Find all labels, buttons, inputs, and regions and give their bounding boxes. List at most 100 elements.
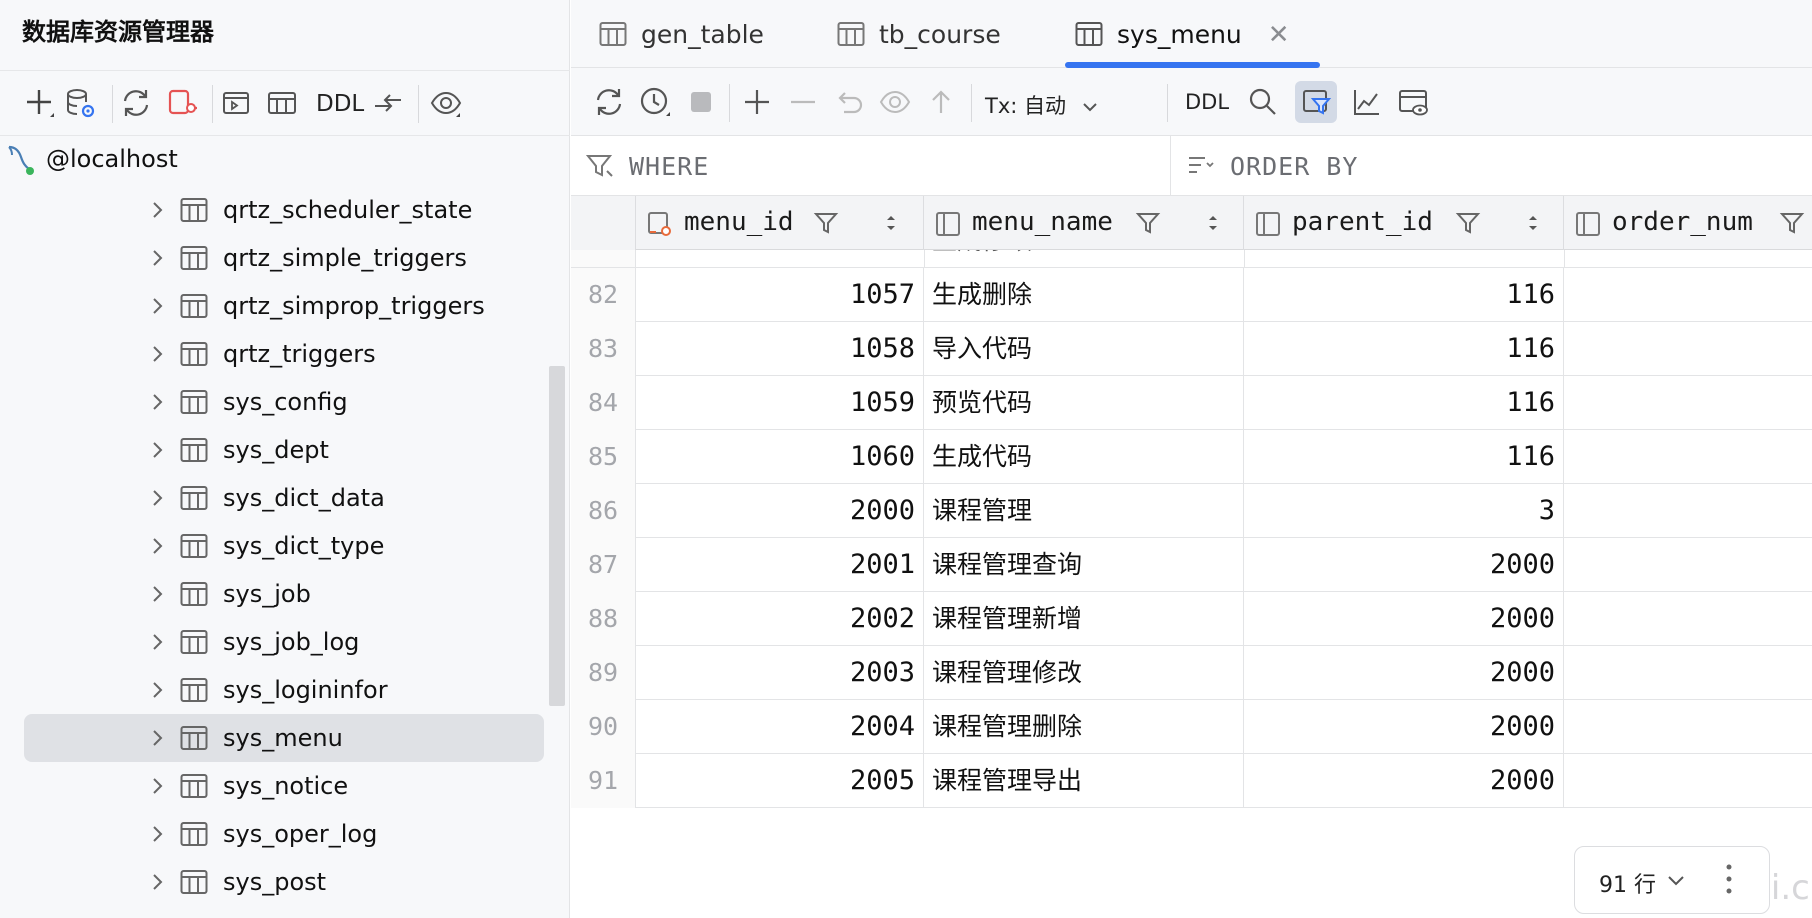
column-header-menu-id[interactable]: menu_id — [636, 196, 924, 250]
menu-name-cell[interactable]: 预览代码 — [924, 376, 1244, 430]
chevron-right-icon[interactable] — [146, 775, 168, 797]
chevron-right-icon[interactable] — [146, 343, 168, 365]
order-num-cell[interactable] — [1564, 754, 1812, 808]
table-node[interactable]: sys_post — [24, 858, 544, 906]
stop-icon[interactable] — [683, 84, 719, 120]
disconnect-icon[interactable] — [164, 85, 200, 121]
menu-name-cell[interactable]: 课程管理查询 — [924, 538, 1244, 592]
explorer-scrollbar[interactable] — [549, 366, 565, 706]
column-header-order-num[interactable]: order_num — [1564, 196, 1812, 250]
order-num-cell[interactable] — [1564, 538, 1812, 592]
table-node[interactable]: qrtz_scheduler_state — [24, 186, 544, 234]
column-filter-icon[interactable] — [1134, 209, 1162, 237]
table-node[interactable]: sys_menu — [24, 714, 544, 762]
table-row-partial[interactable]: 生成修改 — [571, 250, 1812, 268]
table-row[interactable]: 84 1059 预览代码 116 — [571, 376, 1812, 430]
menu-id-cell[interactable]: 1057 — [636, 268, 924, 322]
menu-name-cell[interactable]: 课程管理修改 — [924, 646, 1244, 700]
query-console-icon[interactable] — [218, 85, 254, 121]
table-row[interactable]: 82 1057 生成删除 116 — [571, 268, 1812, 322]
order-num-cell[interactable] — [1564, 268, 1812, 322]
table-node[interactable]: sys_dict_type — [24, 522, 544, 570]
menu-id-cell[interactable]: 2005 — [636, 754, 924, 808]
chevron-right-icon[interactable] — [146, 199, 168, 221]
parent-id-cell[interactable]: 2000 — [1244, 646, 1564, 700]
column-header-menu-name[interactable]: menu_name — [924, 196, 1244, 250]
filter-toggle-icon[interactable] — [1295, 81, 1337, 123]
chevron-right-icon[interactable] — [146, 295, 168, 317]
menu-name-cell[interactable]: 生成删除 — [924, 268, 1244, 322]
table-node[interactable]: qrtz_simprop_triggers — [24, 282, 544, 330]
column-header-parent-id[interactable]: parent_id — [1244, 196, 1564, 250]
submit-icon[interactable] — [923, 84, 959, 120]
menu-id-cell[interactable]: 1058 — [636, 322, 924, 376]
table-row[interactable]: 89 2003 课程管理修改 2000 — [571, 646, 1812, 700]
table-row[interactable]: 91 2005 课程管理导出 2000 — [571, 754, 1812, 808]
menu-name-cell[interactable]: 导入代码 — [924, 322, 1244, 376]
table-node[interactable]: sys_dept — [24, 426, 544, 474]
menu-id-cell[interactable]: 2003 — [636, 646, 924, 700]
table-node[interactable]: sys_dict_data — [24, 474, 544, 522]
refresh-icon[interactable] — [118, 85, 154, 121]
menu-name-cell[interactable]: 生成代码 — [924, 430, 1244, 484]
order-num-cell[interactable] — [1564, 376, 1812, 430]
parent-id-cell[interactable]: 116 — [1244, 376, 1564, 430]
preview-changes-icon[interactable] — [877, 84, 913, 120]
column-filter-icon[interactable] — [1454, 209, 1482, 237]
menu-id-cell[interactable]: 2000 — [636, 484, 924, 538]
chevron-right-icon[interactable] — [146, 247, 168, 269]
ddl-button[interactable]: DDL — [316, 91, 364, 117]
transaction-mode-dropdown[interactable]: Tx: 自动 — [985, 90, 1099, 120]
row-count-dropdown[interactable]: 91 行 — [1574, 846, 1770, 914]
sort-icon[interactable] — [882, 211, 900, 235]
tab-tb-course[interactable]: tb_course — [837, 0, 1001, 68]
close-icon[interactable]: ✕ — [1268, 19, 1290, 50]
order-num-cell[interactable] — [1564, 700, 1812, 754]
order-num-cell[interactable] — [1564, 322, 1812, 376]
table-node[interactable]: qrtz_simple_triggers — [24, 234, 544, 282]
revert-icon[interactable] — [831, 84, 867, 120]
view-options-icon[interactable] — [428, 85, 464, 121]
order-by-input[interactable]: ORDER BY — [1172, 136, 1812, 196]
chevron-right-icon[interactable] — [146, 535, 168, 557]
chevron-right-icon[interactable] — [146, 439, 168, 461]
table-row[interactable]: 88 2002 课程管理新增 2000 — [571, 592, 1812, 646]
table-node[interactable]: sys_oper_log — [24, 810, 544, 858]
view-settings-icon[interactable] — [1395, 84, 1431, 120]
order-num-cell[interactable] — [1564, 646, 1812, 700]
menu-name-cell[interactable]: 课程管理导出 — [924, 754, 1244, 808]
chevron-right-icon[interactable] — [146, 583, 168, 605]
table-node[interactable]: sys_notice — [24, 762, 544, 810]
add-row-icon[interactable] — [739, 84, 775, 120]
menu-id-cell[interactable]: 1059 — [636, 376, 924, 430]
menu-id-cell[interactable]: 2001 — [636, 538, 924, 592]
table-row[interactable]: 87 2001 课程管理查询 2000 — [571, 538, 1812, 592]
order-num-cell[interactable] — [1564, 430, 1812, 484]
search-icon[interactable] — [1245, 84, 1281, 120]
data-source-settings-icon[interactable] — [62, 85, 98, 121]
where-filter-input[interactable]: WHERE — [571, 136, 1171, 196]
ddl-button[interactable]: DDL — [1185, 90, 1229, 114]
menu-name-cell[interactable]: 课程管理新增 — [924, 592, 1244, 646]
menu-id-cell[interactable]: 2002 — [636, 592, 924, 646]
parent-id-cell[interactable]: 116 — [1244, 268, 1564, 322]
table-row[interactable]: 86 2000 课程管理 3 — [571, 484, 1812, 538]
table-node[interactable]: sys_job_log — [24, 618, 544, 666]
add-icon[interactable] — [22, 85, 58, 121]
order-num-cell[interactable] — [1564, 592, 1812, 646]
sort-icon[interactable] — [1204, 211, 1222, 235]
parent-id-cell[interactable]: 116 — [1244, 322, 1564, 376]
parent-id-cell[interactable]: 2000 — [1244, 700, 1564, 754]
parent-id-cell[interactable]: 2000 — [1244, 538, 1564, 592]
table-row[interactable]: 85 1060 生成代码 116 — [571, 430, 1812, 484]
chevron-right-icon[interactable] — [146, 679, 168, 701]
chevron-right-icon[interactable] — [146, 391, 168, 413]
menu-name-cell[interactable]: 课程管理 — [924, 484, 1244, 538]
chevron-right-icon[interactable] — [146, 871, 168, 893]
menu-id-cell[interactable]: 1060 — [636, 430, 924, 484]
table-icon[interactable] — [264, 85, 300, 121]
parent-id-cell[interactable]: 3 — [1244, 484, 1564, 538]
parent-id-cell[interactable]: 2000 — [1244, 754, 1564, 808]
parent-id-cell[interactable]: 116 — [1244, 430, 1564, 484]
table-row[interactable]: 83 1058 导入代码 116 — [571, 322, 1812, 376]
